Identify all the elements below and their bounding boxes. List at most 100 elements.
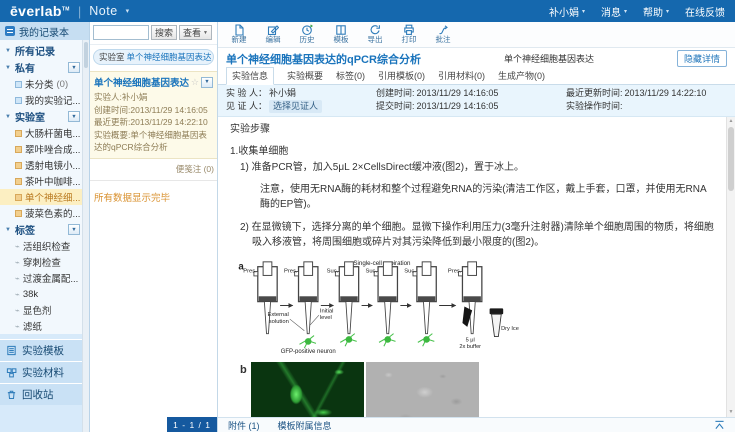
materials-icon bbox=[6, 367, 17, 378]
search-input[interactable] bbox=[93, 25, 149, 40]
chevron-down-icon: ▾ bbox=[666, 8, 669, 15]
step-1: 1) 准备PCR管，加入5μL 2×CellsDirect缓冲液(图2)，置于冰… bbox=[230, 160, 715, 175]
template-button[interactable]: 模板 bbox=[324, 24, 358, 44]
messages-menu[interactable]: 消息▾ bbox=[601, 4, 627, 19]
product-name: Note bbox=[89, 4, 117, 18]
topbar-menu: 补小娟▾ 消息▾ 帮助▾ 在线反馈 bbox=[549, 4, 725, 19]
sidebar-item-uncategorized[interactable]: 未分类 (0) bbox=[0, 76, 89, 92]
sidebar-header-my-notebooks[interactable]: 我的记录本 bbox=[0, 22, 89, 40]
expander-icon[interactable]: ▼ bbox=[5, 65, 11, 71]
sidebar-item-all-records[interactable]: ▼ 所有记录 bbox=[0, 42, 89, 59]
sidebar-item-synthesis[interactable]: 翠咔唑合成... (7) bbox=[0, 141, 89, 157]
expander-icon[interactable]: ▼ bbox=[5, 48, 11, 54]
sidebar-header-label: 我的记录本 bbox=[19, 24, 69, 39]
tag-icon: ⌁ bbox=[15, 322, 20, 331]
tab-tags[interactable]: 标签(0) bbox=[336, 69, 365, 84]
sidebar-item-single-neuron-selected[interactable]: 单个神经细... (1) bbox=[0, 189, 89, 205]
section-dropdown-button[interactable]: ▼ bbox=[68, 111, 80, 122]
tag-icon: ⌁ bbox=[15, 242, 20, 251]
dic-image bbox=[366, 362, 479, 417]
sidebar-section-private[interactable]: ▼ 私有 ▼ bbox=[0, 59, 89, 76]
user-menu[interactable]: 补小娟▾ bbox=[549, 4, 585, 19]
info-submit-time: 提交时间:2013/11/29 14:16:05 bbox=[376, 100, 566, 113]
sidebar-tag-filter-paper[interactable]: ⌁ 滤纸 bbox=[0, 318, 89, 334]
sidebar-item-materials[interactable]: 实验材料 bbox=[0, 361, 89, 383]
edit-button[interactable]: 编辑 bbox=[256, 24, 290, 44]
detail-toolbar: 新建 编辑 历史 模板 导出 打印 批注 bbox=[218, 22, 735, 48]
print-button[interactable]: 打印 bbox=[392, 24, 426, 44]
search-button[interactable]: 搜索 bbox=[151, 25, 177, 40]
lab-notebook-icon bbox=[15, 130, 22, 137]
step-note: 注意，使用无RNA酶的耗材和整个过程避免RNA的污染(清洁工作区，戴上手套，口罩… bbox=[230, 182, 715, 212]
tab-experiment-info[interactable]: 实验信息 bbox=[226, 67, 274, 85]
pressure-label: Pres. bbox=[243, 269, 257, 275]
item-count: (0) bbox=[57, 79, 69, 90]
scrollbar-thumb[interactable] bbox=[84, 42, 88, 68]
content-scrollbar[interactable] bbox=[726, 117, 735, 417]
sidebar-tag-chromogenic[interactable]: ⌁ 显色剂 bbox=[0, 302, 89, 318]
sidebar-item-my-experiments[interactable]: 我的实验记... (1) bbox=[0, 92, 89, 108]
product-chevron-down-icon[interactable]: ▾ bbox=[126, 7, 130, 15]
tab-cited-materials[interactable]: 引用材料(0) bbox=[438, 69, 485, 84]
sidebar-scrollbar[interactable] bbox=[82, 40, 89, 432]
expander-icon[interactable]: ▼ bbox=[5, 114, 11, 120]
figure-a-aspiration-diagram: a Single-cell aspiration Pres. Pres. Suc… bbox=[234, 257, 715, 359]
experiment-subtitle: 单个神经细胞基因表达 bbox=[421, 52, 677, 65]
dry-ice-label: Dry Ice bbox=[501, 326, 519, 332]
sidebar-tag-38k[interactable]: ⌁ 38k bbox=[0, 286, 89, 302]
sidebar-section-lab[interactable]: ▼ 实验室 ▼ bbox=[0, 108, 89, 125]
pagination[interactable]: 1 - 1 / 1 bbox=[167, 417, 217, 432]
feedback-link[interactable]: 在线反馈 bbox=[685, 4, 725, 19]
expander-icon[interactable]: ▼ bbox=[5, 227, 11, 233]
tag-icon: ⌁ bbox=[15, 258, 20, 267]
sidebar-tag-puncture[interactable]: ⌁ 穿刺检查 bbox=[0, 254, 89, 270]
sidebar-item-templates[interactable]: 实验模板 bbox=[0, 339, 89, 361]
notebook-filter-pill[interactable]: 实验室单个神经细胞基因表达 bbox=[93, 49, 214, 65]
sidebar-section-tags[interactable]: ▼ 标签 ▼ bbox=[0, 221, 89, 238]
card-field-experimenter: 实验人:补小娟 bbox=[94, 91, 213, 104]
lab-notebook-icon bbox=[15, 194, 22, 201]
template-info-link[interactable]: 模板附属信息 bbox=[278, 419, 332, 432]
gfp-neuron-label: GFP-positive neuron bbox=[281, 349, 336, 354]
section-dropdown-button[interactable]: ▼ bbox=[68, 62, 80, 73]
tab-cited-templates[interactable]: 引用模板(0) bbox=[378, 69, 425, 84]
experiment-card[interactable]: 单个神经细胞基因表达... ☆ ▼ 实验人:补小娟 创建时间:2013/11/2… bbox=[90, 71, 217, 159]
scrollbar-thumb[interactable] bbox=[728, 127, 734, 191]
suction-label: Suc. bbox=[327, 269, 339, 275]
sidebar-item-tem[interactable]: 透射电镜小... (0) bbox=[0, 157, 89, 173]
tab-products[interactable]: 生成产物(0) bbox=[498, 69, 545, 84]
help-menu[interactable]: 帮助▾ bbox=[643, 4, 669, 19]
annotate-button[interactable]: 批注 bbox=[426, 24, 460, 44]
card-field-summary: 实验概要:单个神经细胞基因表达的qPCR综合分析 bbox=[94, 129, 213, 154]
tag-icon: ⌁ bbox=[15, 290, 20, 299]
tab-experiment-summary[interactable]: 实验概要 bbox=[287, 69, 323, 84]
hide-details-button[interactable]: 隐藏详情 bbox=[677, 50, 727, 67]
sidebar-item-spinach-pigment[interactable]: 菠菜色素的... (1) bbox=[0, 205, 89, 221]
sticky-notes-link[interactable]: 便笺注 (0) bbox=[90, 159, 217, 181]
chevron-down-icon: ▾ bbox=[582, 8, 585, 15]
lab-notebook-icon bbox=[15, 210, 22, 217]
attachments-link[interactable]: 附件 (1) bbox=[228, 419, 260, 432]
content-heading: 实验步骤 bbox=[230, 122, 715, 137]
experiment-card-header: 单个神经细胞基因表达... ☆ ▼ bbox=[94, 75, 213, 89]
section-dropdown-button[interactable]: ▼ bbox=[68, 224, 80, 235]
sidebar-tag-biopsy[interactable]: ⌁ 活组织检查 bbox=[0, 238, 89, 254]
pressure-label: Pres. bbox=[448, 269, 462, 275]
sidebar-item-ecoli[interactable]: 大肠杆菌电... (5) bbox=[0, 125, 89, 141]
view-dropdown-button[interactable]: 查看▼ bbox=[179, 25, 212, 40]
experiment-card-title[interactable]: 单个神经细胞基因表达... bbox=[94, 75, 189, 89]
sidebar-item-recycle-bin[interactable]: 回收站 bbox=[0, 383, 89, 405]
card-dropdown-button[interactable]: ▼ bbox=[201, 77, 213, 88]
sidebar-item-tea-caffeine[interactable]: 茶叶中咖啡... (2) bbox=[0, 173, 89, 189]
export-button[interactable]: 导出 bbox=[358, 24, 392, 44]
experiment-list-panel: 搜索 查看▼ 实验室单个神经细胞基因表达 单个神经细胞基因表达... ☆ ▼ 实… bbox=[90, 22, 218, 432]
sidebar-tag-metal-complex[interactable]: ⌁ 过渡金属配... bbox=[0, 270, 89, 286]
history-button[interactable]: 历史 bbox=[290, 24, 324, 44]
select-witness-button[interactable]: 选择见证人 bbox=[269, 100, 322, 113]
external-solution-label2: solution bbox=[269, 319, 289, 325]
collapse-panel-button[interactable] bbox=[714, 420, 725, 430]
app-logo[interactable]: ēverlabTM bbox=[10, 3, 70, 19]
star-icon[interactable]: ☆ bbox=[191, 77, 199, 88]
new-button[interactable]: 新建 bbox=[222, 24, 256, 44]
suction-label: Suc. bbox=[404, 269, 416, 275]
